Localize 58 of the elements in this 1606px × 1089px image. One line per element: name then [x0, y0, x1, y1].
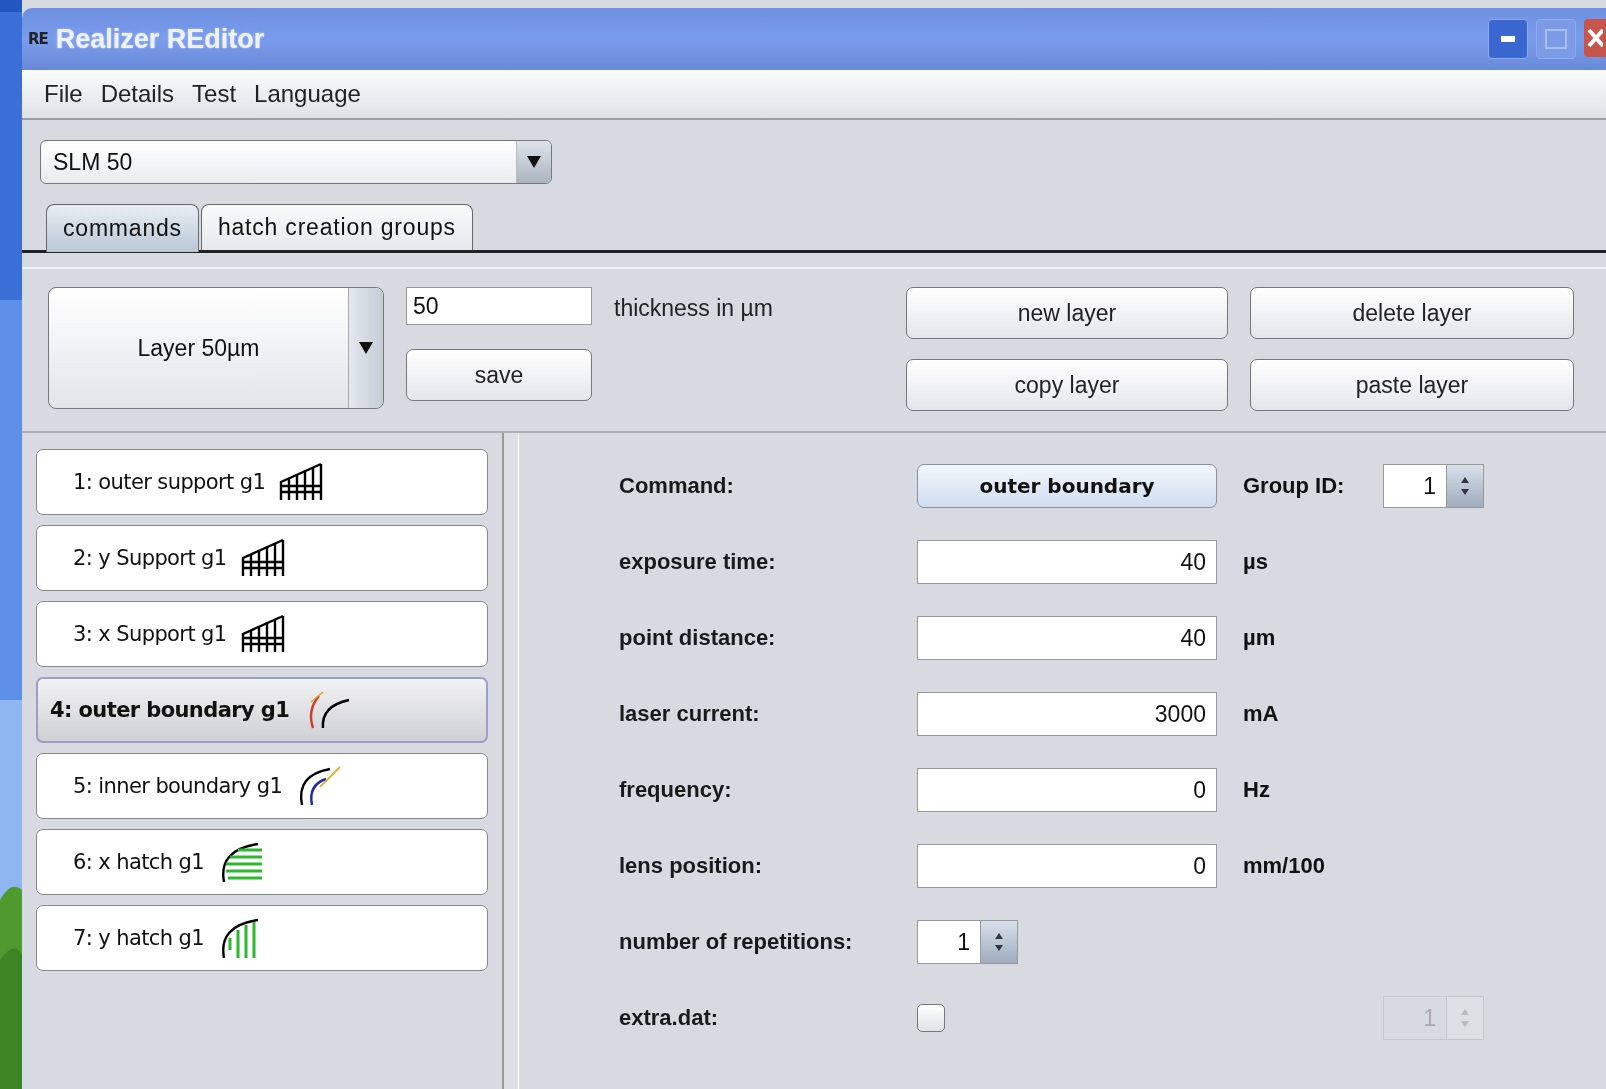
menu-item[interactable]: Language	[254, 80, 361, 108]
field-label: number of repetitions:	[619, 929, 854, 955]
unit-label: µm	[1243, 625, 1276, 651]
unit-label: µs	[1243, 549, 1268, 575]
tab[interactable]: hatch creation groups	[200, 204, 473, 250]
layer-button[interactable]: paste layer	[1250, 359, 1574, 411]
minimize-icon	[1501, 36, 1515, 42]
field-label: Group ID:	[1243, 473, 1346, 499]
field-label: laser current:	[619, 701, 761, 727]
input-field[interactable]: 0	[917, 844, 1217, 888]
unit-label: mm/100	[1243, 853, 1325, 879]
dropdown-arrow-icon	[359, 342, 373, 354]
unit-label: mA	[1243, 701, 1279, 727]
window-title: Realizer REditor	[55, 23, 265, 55]
command-button[interactable]: outer boundary	[917, 464, 1217, 508]
thickness-label: thickness in µm	[614, 294, 774, 323]
command-item[interactable]: 2: y Support g1	[36, 525, 488, 591]
dropdown-arrow-icon	[527, 156, 541, 168]
tab[interactable]: commands	[46, 204, 199, 252]
field-label: lens position:	[619, 853, 763, 879]
field-label: frequency:	[619, 777, 733, 803]
machine-select[interactable]: SLM 50	[40, 140, 552, 184]
layer-select[interactable]: Layer 50µm	[48, 287, 384, 409]
support-columns-icon	[240, 538, 285, 578]
input-field[interactable]: 40	[917, 616, 1217, 660]
command-item[interactable]: 1: outer support g1	[36, 449, 488, 515]
layer-button[interactable]: new layer	[906, 287, 1228, 339]
field-label: point distance:	[619, 625, 777, 651]
input-field[interactable]: 0	[917, 768, 1217, 812]
layer-button[interactable]: copy layer	[906, 359, 1228, 411]
command-item[interactable]: 3: x Support g1	[36, 601, 488, 667]
close-icon	[1587, 26, 1603, 50]
command-item[interactable]: 6: x hatch g1	[36, 829, 488, 895]
input-field[interactable]: 3000	[917, 692, 1217, 736]
menu-item[interactable]: File	[44, 80, 83, 108]
input-field[interactable]: 40	[917, 540, 1217, 584]
checkbox[interactable]	[917, 1004, 945, 1032]
save-button[interactable]: save	[406, 349, 592, 401]
menu-item[interactable]: Test	[192, 80, 237, 108]
thickness-field[interactable]: 50	[406, 287, 592, 325]
layer-button[interactable]: delete layer	[1250, 287, 1574, 339]
splitter[interactable]	[502, 433, 519, 1089]
field-label: extra.dat:	[619, 1005, 720, 1031]
minimize-button[interactable]	[1488, 19, 1528, 59]
command-item[interactable]: 4: outer boundary g1	[36, 677, 488, 743]
unit-label: Hz	[1243, 777, 1270, 803]
group-id-spinner[interactable]: 1	[1383, 464, 1484, 508]
support-columns-icon	[240, 614, 285, 654]
field-label: Command:	[619, 473, 735, 499]
menu-item[interactable]: Details	[100, 80, 175, 108]
command-item[interactable]: 5: inner boundary g1	[36, 753, 488, 819]
maximize-icon	[1545, 29, 1567, 49]
close-button[interactable]	[1584, 19, 1606, 57]
support-columns-icon	[279, 462, 324, 502]
repetitions-spinner[interactable]: 1	[917, 920, 1018, 964]
field-label: exposure time:	[619, 549, 777, 575]
command-item[interactable]: 7: y hatch g1	[36, 905, 488, 971]
app-logo-icon: RE	[28, 30, 48, 48]
